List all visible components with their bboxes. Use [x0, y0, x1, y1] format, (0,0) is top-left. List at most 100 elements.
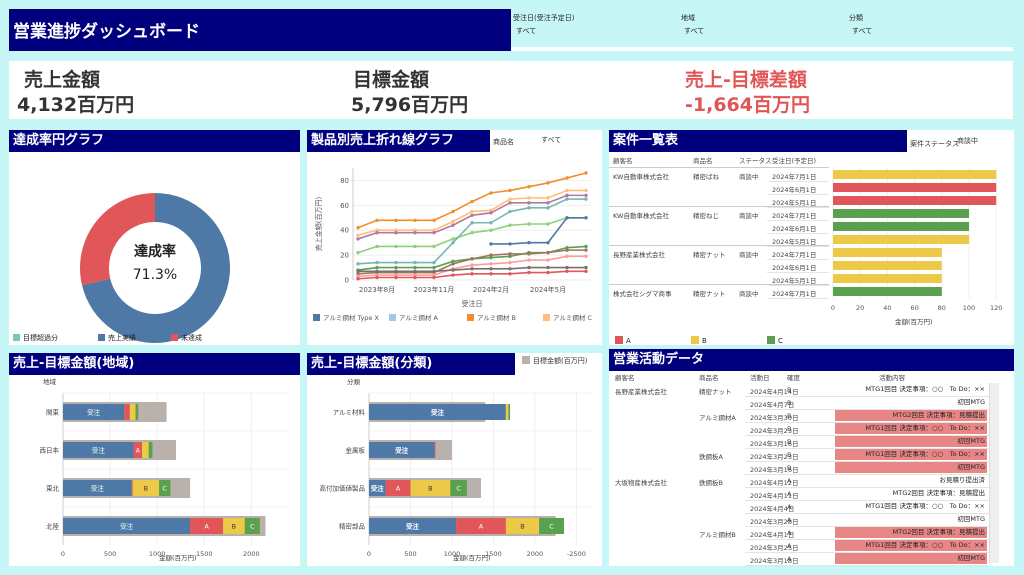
case-date[interactable]: 2024年6月1日: [772, 223, 816, 233]
series-point-9[interactable]: [394, 275, 398, 280]
series-point-9[interactable]: [546, 270, 550, 275]
series-point-9[interactable]: [508, 272, 512, 276]
series-point-6[interactable]: [584, 244, 588, 249]
activity-content[interactable]: 初回MTG: [835, 514, 987, 525]
series-point-4[interactable]: [584, 197, 588, 201]
series-point-3[interactable]: [470, 231, 474, 235]
series-point-5[interactable]: [546, 240, 550, 245]
case-bar[interactable]: [833, 235, 969, 244]
series-point-6[interactable]: [432, 265, 436, 270]
series-point-8[interactable]: [489, 262, 493, 266]
series-point-4[interactable]: [451, 240, 455, 245]
region-segment-B[interactable]: [142, 442, 149, 458]
case-date[interactable]: 2024年7月1日: [772, 249, 816, 259]
series-point-0[interactable]: [527, 184, 531, 189]
series-point-0[interactable]: [489, 191, 493, 195]
filter-order-date-value[interactable]: すべて: [516, 26, 536, 36]
series-point-10[interactable]: [508, 267, 512, 271]
activity-content[interactable]: MTG1回目 決定事項：○○ To Do：××: [835, 449, 987, 460]
series-point-8[interactable]: [584, 254, 588, 259]
series-point-5[interactable]: [565, 216, 569, 220]
series-point-9[interactable]: [451, 273, 455, 277]
series-point-6[interactable]: [375, 265, 379, 270]
series-point-10[interactable]: [546, 265, 550, 270]
product-filter-value[interactable]: すべて: [541, 135, 561, 145]
series-point-4[interactable]: [356, 262, 360, 266]
activity-content[interactable]: MTG2回目 決定事項：見積提出: [835, 410, 987, 421]
series-point-9[interactable]: [584, 269, 588, 273]
series-point-4[interactable]: [413, 260, 417, 265]
series-point-2[interactable]: [565, 193, 569, 198]
case-bar[interactable]: [833, 261, 942, 270]
series-point-8[interactable]: [546, 258, 550, 262]
series-point-3[interactable]: [527, 222, 531, 226]
case-date[interactable]: 2024年6月1日: [772, 184, 816, 194]
activity-content[interactable]: お見積り提出済: [835, 475, 987, 486]
series-point-2[interactable]: [413, 231, 417, 235]
series-point-10[interactable]: [432, 269, 436, 273]
case-bar[interactable]: [833, 170, 997, 179]
filter-region-value[interactable]: すべて: [684, 26, 704, 36]
series-point-0[interactable]: [546, 181, 550, 185]
series-point-2[interactable]: [546, 201, 550, 205]
series-point-4[interactable]: [394, 260, 398, 265]
series-point-4[interactable]: [508, 209, 512, 214]
donut-chart[interactable]: 達成率 71.3%: [9, 152, 300, 345]
case-date[interactable]: 2024年7月1日: [772, 171, 816, 181]
series-point-1[interactable]: [584, 188, 588, 193]
series-point-3[interactable]: [432, 244, 436, 249]
region-segment-A[interactable]: [124, 404, 130, 420]
series-point-2[interactable]: [508, 201, 512, 205]
series-point-3[interactable]: [451, 237, 455, 241]
case-bar[interactable]: [833, 248, 942, 257]
series-point-9[interactable]: [375, 275, 379, 280]
series-point-2[interactable]: [356, 237, 360, 241]
series-point-8[interactable]: [470, 263, 474, 267]
category-segment-C[interactable]: [508, 404, 511, 420]
case-bar[interactable]: [833, 287, 942, 296]
series-point-9[interactable]: [565, 269, 569, 273]
activity-content[interactable]: MTG1回目 決定事項：○○ To Do：××: [835, 423, 987, 434]
series-point-3[interactable]: [489, 228, 493, 232]
series-point-5[interactable]: [489, 242, 493, 246]
series-point-0[interactable]: [356, 226, 360, 230]
case-bar[interactable]: [833, 183, 997, 192]
series-point-7[interactable]: [584, 248, 588, 252]
series-point-0[interactable]: [432, 218, 436, 222]
series-point-5[interactable]: [508, 242, 512, 246]
series-point-7[interactable]: [508, 252, 512, 256]
series-point-9[interactable]: [489, 272, 493, 276]
series-point-10[interactable]: [451, 268, 455, 272]
activity-content[interactable]: MTG1回目 決定事項：○○ To Do：××: [835, 501, 987, 512]
series-point-1[interactable]: [508, 197, 512, 201]
activity-content[interactable]: MTG2回目 決定事項：見積提出: [835, 488, 987, 499]
series-point-1[interactable]: [565, 188, 569, 193]
series-point-4[interactable]: [565, 197, 569, 201]
case-date[interactable]: 2024年7月1日: [772, 210, 816, 220]
series-point-2[interactable]: [489, 211, 493, 215]
activity-content[interactable]: MTG1回目 決定事項：○○ To Do：××: [835, 540, 987, 551]
case-bar[interactable]: [833, 209, 969, 218]
series-point-9[interactable]: [432, 275, 436, 280]
series-point-3[interactable]: [413, 244, 417, 249]
case-bar[interactable]: [833, 274, 942, 283]
series-point-10[interactable]: [565, 265, 569, 270]
category-segment-B[interactable]: [505, 404, 509, 420]
category-bar-chart[interactable]: 0 500 1000 1500 2000 -2500アルミ材料 受注金属板 受注高付加価値製品…: [307, 375, 602, 566]
series-point-9[interactable]: [527, 270, 531, 275]
series-point-1[interactable]: [451, 219, 455, 224]
series-point-1[interactable]: [546, 196, 550, 200]
series-point-8[interactable]: [508, 260, 512, 265]
filter-region[interactable]: 地域 すべて: [679, 9, 849, 45]
activity-content[interactable]: 初回MTG: [835, 553, 987, 564]
series-point-7[interactable]: [470, 257, 474, 261]
series-point-2[interactable]: [432, 231, 436, 235]
series-point-2[interactable]: [394, 231, 398, 235]
line-chart[interactable]: 0 20 40 60 80 2023年8月 2023年11月 2024年2月 2024年5月受注…: [307, 152, 602, 345]
case-bar[interactable]: [833, 222, 969, 231]
series-point-4[interactable]: [432, 260, 436, 265]
series-point-7[interactable]: [546, 250, 550, 255]
series-point-10[interactable]: [527, 265, 531, 270]
series-point-2[interactable]: [375, 231, 379, 235]
series-point-2[interactable]: [451, 223, 455, 227]
